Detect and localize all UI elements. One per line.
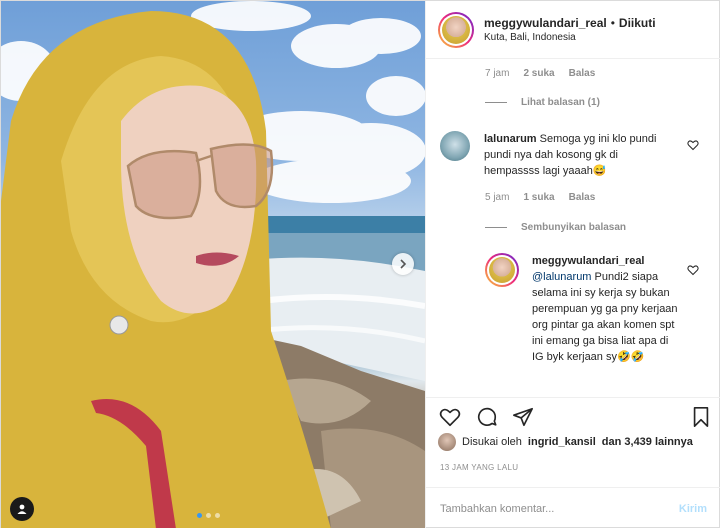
comment-composer: Kirim [426,487,720,528]
comment-text-block: lalunarum Semoga yg ini klo pundi pundi … [484,131,674,179]
reply-button[interactable]: Balas [569,68,596,79]
tagged-users-button[interactable] [10,497,34,521]
author-username[interactable]: meggywulandari_real [484,15,607,31]
carousel-dot [215,513,220,518]
hide-replies-label: Sembunyikan balasan [521,222,627,233]
carousel-dot [206,513,211,518]
reply-item: meggywulandari_real @lalunarum Pundi2 si… [485,253,685,365]
comments-list[interactable]: 7 jam 2 suka Balas Lihat balasan (1) lal… [426,59,720,397]
bookmark-icon[interactable] [690,406,712,428]
post-header: meggywulandari_real • Diikuti Kuta, Bali… [426,1,720,59]
liker-avatar[interactable] [438,433,456,451]
comment-time: 7 jam [485,68,510,79]
hide-replies-button[interactable]: Sembunyikan balasan [426,222,626,233]
comment-likes[interactable]: 1 suka [523,192,554,203]
share-icon[interactable] [512,406,534,428]
comment-icon[interactable] [476,406,498,428]
commenter-username[interactable]: lalunarum [484,133,537,145]
carousel-dot-active [197,513,202,518]
user-tag-icon [17,504,27,514]
view-replies-button[interactable]: Lihat balasan (1) [426,97,600,108]
thread-line [485,227,507,228]
post-photo[interactable] [1,1,425,528]
likes-count[interactable]: dan 3,439 lainnya [602,436,693,448]
likes-summary: Disukai oleh ingrid_kansil dan 3,439 lai… [438,433,693,451]
post-timestamp: 13 JAM YANG LALU [440,463,519,472]
post-actions [426,397,720,433]
comment-like-icon[interactable] [687,139,699,151]
comment-item: lalunarum Semoga yg ini klo pundi pundi … [440,131,680,179]
liker-username[interactable]: ingrid_kansil [528,436,596,448]
reply-text: Pundi2 siapa selama ini sy kerja sy buka… [532,271,678,363]
comment-meta: 7 jam 2 suka Balas [426,68,595,79]
header-separator: • [610,15,615,30]
commenter-avatar[interactable] [440,131,470,161]
view-replies-label: Lihat balasan (1) [521,97,600,108]
post-modal: meggywulandari_real • Diikuti Kuta, Bali… [0,0,720,528]
likes-prefix: Disukai oleh [462,436,522,448]
reply-button[interactable]: Balas [569,192,596,203]
post-location[interactable]: Kuta, Bali, Indonesia [484,31,656,45]
following-button[interactable]: Diikuti [619,15,656,31]
thread-line [485,102,507,103]
comment-meta: 5 jam 1 suka Balas [426,192,595,203]
reply-text-block: meggywulandari_real @lalunarum Pundi2 si… [532,253,682,365]
reply-like-icon[interactable] [687,264,699,276]
post-comment-button[interactable]: Kirim [679,503,707,515]
comment-time: 5 jam [485,192,510,203]
reply-username[interactable]: meggywulandari_real [532,255,645,267]
comment-input[interactable] [440,502,679,515]
comment-likes[interactable]: 2 suka [523,68,554,79]
carousel-indicator [197,513,220,518]
photo-scene [1,1,425,528]
reply-mention[interactable]: @lalunarum [532,271,591,283]
chevron-right-icon [400,259,407,269]
post-side-panel: meggywulandari_real • Diikuti Kuta, Bali… [425,1,720,528]
author-avatar[interactable] [438,11,474,48]
reply-author-avatar[interactable] [485,253,519,287]
heart-icon[interactable] [439,406,461,428]
next-photo-button[interactable] [392,253,414,275]
